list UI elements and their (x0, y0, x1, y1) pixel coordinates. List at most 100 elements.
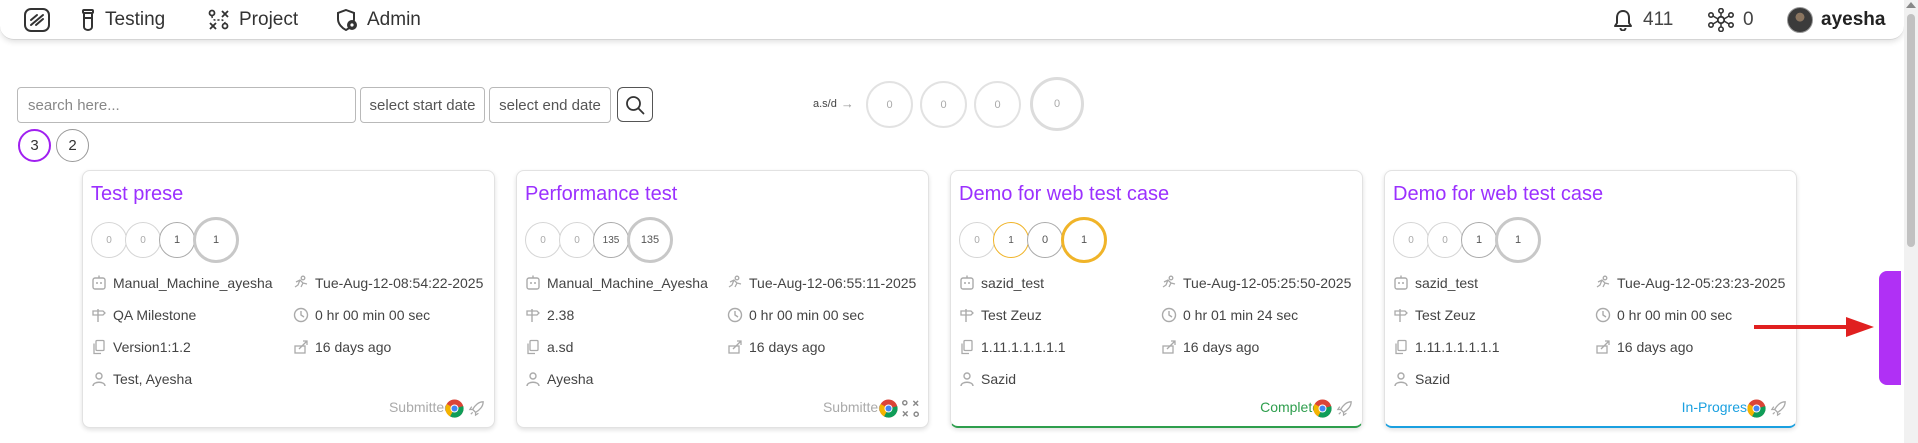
card-age: 16 days ago (1161, 339, 1259, 355)
card-assignee: Sazid (959, 371, 1016, 387)
robot-icon (1394, 275, 1408, 290)
count-circle: 0 (1427, 222, 1463, 258)
card-title[interactable]: Demo for web test case (959, 183, 1169, 206)
chrome-browser-icon (1313, 399, 1332, 418)
card-version: 1.11.1.1.1.1.1 (959, 339, 1066, 355)
count-circle: 0 (125, 222, 161, 258)
rocket-icon[interactable] (1769, 399, 1788, 418)
card-version-text: 1.11.1.1.1.1.1 (981, 339, 1066, 355)
annotation-arrow-icon (1754, 317, 1874, 337)
stats-label-text: a.s/d (813, 97, 837, 110)
app-logo-icon[interactable] (24, 8, 50, 32)
notifications-button[interactable]: 411 (1612, 8, 1673, 32)
card-milestone: 2.38 (525, 307, 574, 323)
chrome-browser-icon (879, 399, 898, 418)
search-icon (626, 95, 645, 114)
card-title[interactable]: Performance test (525, 183, 677, 206)
card-owner: Manual_Machine_ayesha (91, 275, 273, 291)
count-circle: 135 (593, 222, 629, 258)
search-input[interactable] (17, 87, 356, 123)
growth-chart-icon (728, 340, 742, 354)
card-timestamp: Tue-Aug-12-08:54:22-2025 (293, 275, 483, 291)
nav-project[interactable]: Project (208, 8, 298, 32)
end-date-picker[interactable]: select end date (489, 87, 611, 123)
count-circle: 0 (559, 222, 595, 258)
card-owner: sazid_test (1393, 275, 1478, 291)
nav-admin[interactable]: Admin (336, 8, 421, 32)
copy-icon (1395, 339, 1407, 355)
count-circle: 0 (525, 222, 561, 258)
robot-icon (526, 275, 540, 290)
card-age-text: 16 days ago (1617, 339, 1694, 355)
card-version: Version1:1.2 (91, 339, 191, 355)
count-circle-total: 135 (627, 217, 673, 263)
card-timestamp-text: Tue-Aug-12-06:55:11-2025 (749, 275, 917, 291)
card-assignee: Ayesha (525, 371, 593, 387)
user-icon (960, 372, 974, 387)
card-assignee-text: Ayesha (547, 371, 594, 387)
clock-icon (293, 307, 309, 323)
card-age: 16 days ago (1595, 339, 1693, 355)
clock-icon (1595, 307, 1611, 323)
stat-circle: 0 (920, 81, 967, 128)
count-circle: 0 (959, 222, 995, 258)
card-assignee-text: Test, Ayesha (113, 371, 193, 387)
card-version-text: Version1:1.2 (113, 339, 191, 355)
user-menu[interactable]: ayesha (1787, 7, 1885, 33)
card-version-text: 1.11.1.1.1.1.1 (1415, 339, 1500, 355)
card-duration-text: 0 hr 01 min 24 sec (1183, 307, 1299, 323)
growth-chart-icon (1162, 340, 1176, 354)
page-pill[interactable]: 2 (56, 129, 89, 162)
project-flow-icon[interactable] (901, 399, 920, 418)
network-button[interactable]: 0 (1708, 8, 1754, 32)
card-duration: 0 hr 01 min 24 sec (1161, 307, 1298, 323)
card-title[interactable]: Demo for web test case (1393, 183, 1603, 206)
card-owner: sazid_test (959, 275, 1044, 291)
card-milestone: Test Zeuz (959, 307, 1042, 323)
scrollbar-thumb[interactable] (1907, 14, 1915, 247)
robot-icon (960, 275, 974, 290)
scroll-up-icon[interactable] (1906, 2, 1916, 8)
rocket-icon[interactable] (1335, 399, 1354, 418)
card-duration: 0 hr 00 min 00 sec (727, 307, 864, 323)
nav-testing[interactable]: Testing (80, 8, 165, 32)
count-circle-total: 1 (1495, 217, 1541, 263)
card-duration: 0 hr 00 min 00 sec (1595, 307, 1732, 323)
user-icon (1394, 372, 1408, 387)
card-owner: Manual_Machine_Ayesha (525, 275, 708, 291)
count-circle: 1 (1461, 222, 1497, 258)
stats-label: a.s/d → (813, 96, 854, 111)
notification-count: 411 (1643, 9, 1674, 30)
card-age-text: 16 days ago (1183, 339, 1260, 355)
side-panel-tab[interactable] (1879, 271, 1901, 385)
start-date-picker[interactable]: select start date (360, 87, 485, 123)
card-title[interactable]: Test prese (91, 183, 183, 206)
card-version-text: a.sd (547, 339, 574, 355)
count-circle-total: 1 (1061, 217, 1107, 263)
run-card[interactable]: Demo for web test case 010 1 sazid_test … (950, 170, 1363, 428)
card-duration: 0 hr 00 min 00 sec (293, 307, 430, 323)
page-pill-active[interactable]: 3 (18, 129, 51, 162)
runner-icon (1162, 275, 1176, 288)
card-timestamp: Tue-Aug-12-05:25:50-2025 (1161, 275, 1351, 291)
card-duration-text: 0 hr 00 min 00 sec (749, 307, 865, 323)
flask-icon (82, 9, 94, 31)
search-button[interactable] (617, 87, 653, 122)
rocket-icon[interactable] (467, 399, 486, 418)
run-card[interactable]: Demo for web test case 001 1 sazid_test … (1384, 170, 1797, 428)
project-flow-icon (208, 9, 229, 30)
stat-circle: 0 (974, 81, 1021, 128)
run-card[interactable]: Test prese 001 1 Manual_Machine_ayesha T… (82, 170, 495, 428)
card-assignee: Sazid (1393, 371, 1450, 387)
card-timestamp: Tue-Aug-12-06:55:11-2025 (727, 275, 916, 291)
card-milestone-text: QA Milestone (113, 307, 197, 323)
growth-chart-icon (294, 340, 308, 354)
network-nodes-icon (1708, 8, 1734, 32)
chrome-browser-icon (445, 399, 464, 418)
nav-testing-label: Testing (105, 9, 166, 30)
card-timestamp-text: Tue-Aug-12-05:25:50-2025 (1183, 275, 1352, 291)
status-badge: Complete (1260, 399, 1320, 415)
run-card[interactable]: Performance test 0 0 135 135 Manual_Machin… (516, 170, 929, 428)
card-version: a.sd (525, 339, 573, 355)
avatar (1787, 7, 1813, 33)
